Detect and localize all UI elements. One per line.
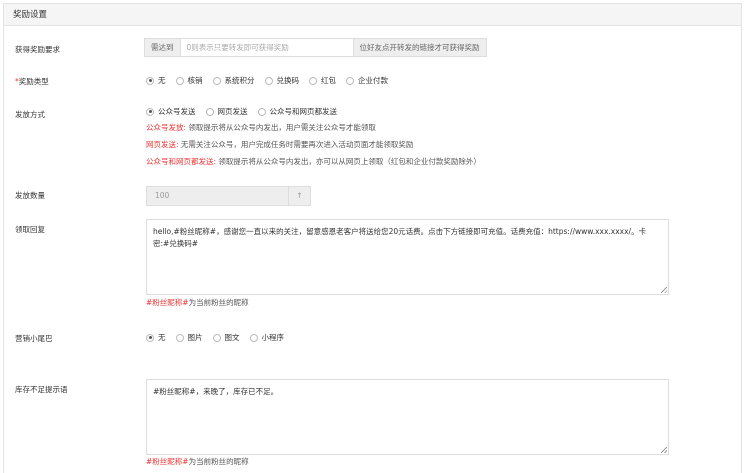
quantity-input[interactable]: 100: [146, 186, 289, 206]
tail-option[interactable]: 图片: [175, 332, 203, 343]
quantity-label: 发放数量: [15, 191, 45, 200]
radio-icon[interactable]: [257, 107, 266, 116]
send-method-note-wechat: 公众号发放: 领取提示将从公众号内发出，用户需关注公众号才能领取: [146, 123, 376, 132]
send-method-option[interactable]: 公众号发送: [146, 106, 196, 117]
radio-icon[interactable]: [212, 333, 221, 342]
reward-type-option[interactable]: 核销: [175, 75, 203, 86]
requirement-prefix: 需达到: [144, 38, 181, 57]
send-method-label: 发放方式: [15, 110, 45, 119]
tail-option-label: 图文: [224, 333, 240, 342]
reward-type-option-label: 兑换码: [276, 76, 300, 85]
requirement-suffix: 位好友点开转发的链接才可获得奖励: [352, 38, 487, 57]
resize-grip-icon[interactable]: [661, 447, 667, 453]
radio-icon[interactable]: [212, 76, 221, 85]
reward-type-option-label: 系统积分: [224, 76, 255, 85]
radio-icon[interactable]: [346, 76, 354, 85]
stock-tip-label: 库存不足提示语: [15, 385, 68, 394]
radio-icon[interactable]: [205, 107, 214, 116]
send-method-note-web: 网页发送: 无需关注公众号，用户完成任务时需要再次进入活动页面才能领取奖励: [146, 140, 414, 149]
reward-settings-panel: 奖励设置 获得奖励要求 需达到 0则表示只要转发即可获得奖励 位好友点开转发的链…: [3, 3, 742, 473]
radio-icon[interactable]: [146, 107, 154, 116]
reward-type-option[interactable]: 无: [146, 75, 166, 86]
reward-type-radio-group: 无 核销 系统积分 兑换码 红包 企业付款: [146, 75, 398, 86]
send-method-option[interactable]: 公众号和网页都发送: [257, 106, 338, 117]
reward-type-option-label: 红包: [321, 76, 336, 85]
radio-icon[interactable]: [146, 76, 154, 85]
tail-option-label: 图片: [187, 333, 203, 342]
send-method-option-label: 公众号发送: [158, 107, 196, 116]
send-method-option[interactable]: 网页发送: [205, 106, 248, 117]
stock-tip-textarea[interactable]: #粉丝昵称#，来晚了，库存已不足。: [146, 379, 669, 455]
reward-type-option[interactable]: 系统积分: [212, 75, 255, 86]
reward-type-option[interactable]: 兑换码: [264, 75, 300, 86]
resize-grip-icon[interactable]: [661, 287, 667, 293]
reward-type-option[interactable]: 企业付款: [346, 75, 388, 86]
reward-type-option-label: 核销: [187, 76, 203, 85]
radio-icon[interactable]: [309, 76, 317, 85]
tail-label: 营销小尾巴: [15, 334, 53, 343]
stock-tip-hint: #粉丝昵称#为当前粉丝的昵称: [146, 457, 249, 466]
radio-icon[interactable]: [175, 76, 184, 85]
reply-hint: #粉丝昵称#为当前粉丝的昵称: [146, 298, 249, 307]
tail-option[interactable]: 小程序: [249, 332, 285, 343]
send-method-option-label: 网页发送: [217, 107, 248, 116]
reply-label: 领取回复: [15, 225, 45, 234]
quantity-stepper: 100 ↑: [146, 186, 311, 206]
requirement-label: 获得奖励要求: [15, 45, 60, 54]
reward-type-option-label: 企业付款: [358, 76, 388, 85]
radio-icon[interactable]: [249, 333, 258, 342]
requirement-input-group: 需达到 0则表示只要转发即可获得奖励 位好友点开转发的链接才可获得奖励: [144, 38, 487, 57]
tail-option[interactable]: 图文: [212, 332, 240, 343]
radio-icon[interactable]: [264, 76, 273, 85]
reward-type-label: *奖励类型: [15, 77, 49, 86]
send-method-radio-group: 公众号发送 网页发送 公众号和网页都发送: [146, 106, 347, 117]
reward-type-option-label: 无: [158, 76, 166, 85]
reply-textarea[interactable]: hello,#粉丝昵称#，感谢您一直以来的关注，留意感恩老客户将送给您20元话费…: [146, 219, 669, 295]
tail-option[interactable]: 无: [146, 332, 166, 343]
reward-type-option[interactable]: 红包: [309, 75, 336, 86]
send-method-option-label: 公众号和网页都发送: [269, 107, 338, 116]
send-method-note-both: 公众号和网页都发送: 领取提示将从公众号内发出，亦可以从网页上领取（红包和企业付…: [146, 157, 481, 166]
panel-title: 奖励设置: [4, 4, 741, 26]
tail-radio-group: 无 图片 图文 小程序: [146, 332, 294, 343]
radio-icon[interactable]: [175, 333, 184, 342]
radio-icon[interactable]: [146, 333, 154, 342]
requirement-input[interactable]: 0则表示只要转发即可获得奖励: [180, 38, 353, 57]
tail-option-label: 无: [158, 333, 166, 342]
tail-option-label: 小程序: [261, 333, 285, 342]
up-arrow-icon[interactable]: ↑: [289, 186, 311, 206]
